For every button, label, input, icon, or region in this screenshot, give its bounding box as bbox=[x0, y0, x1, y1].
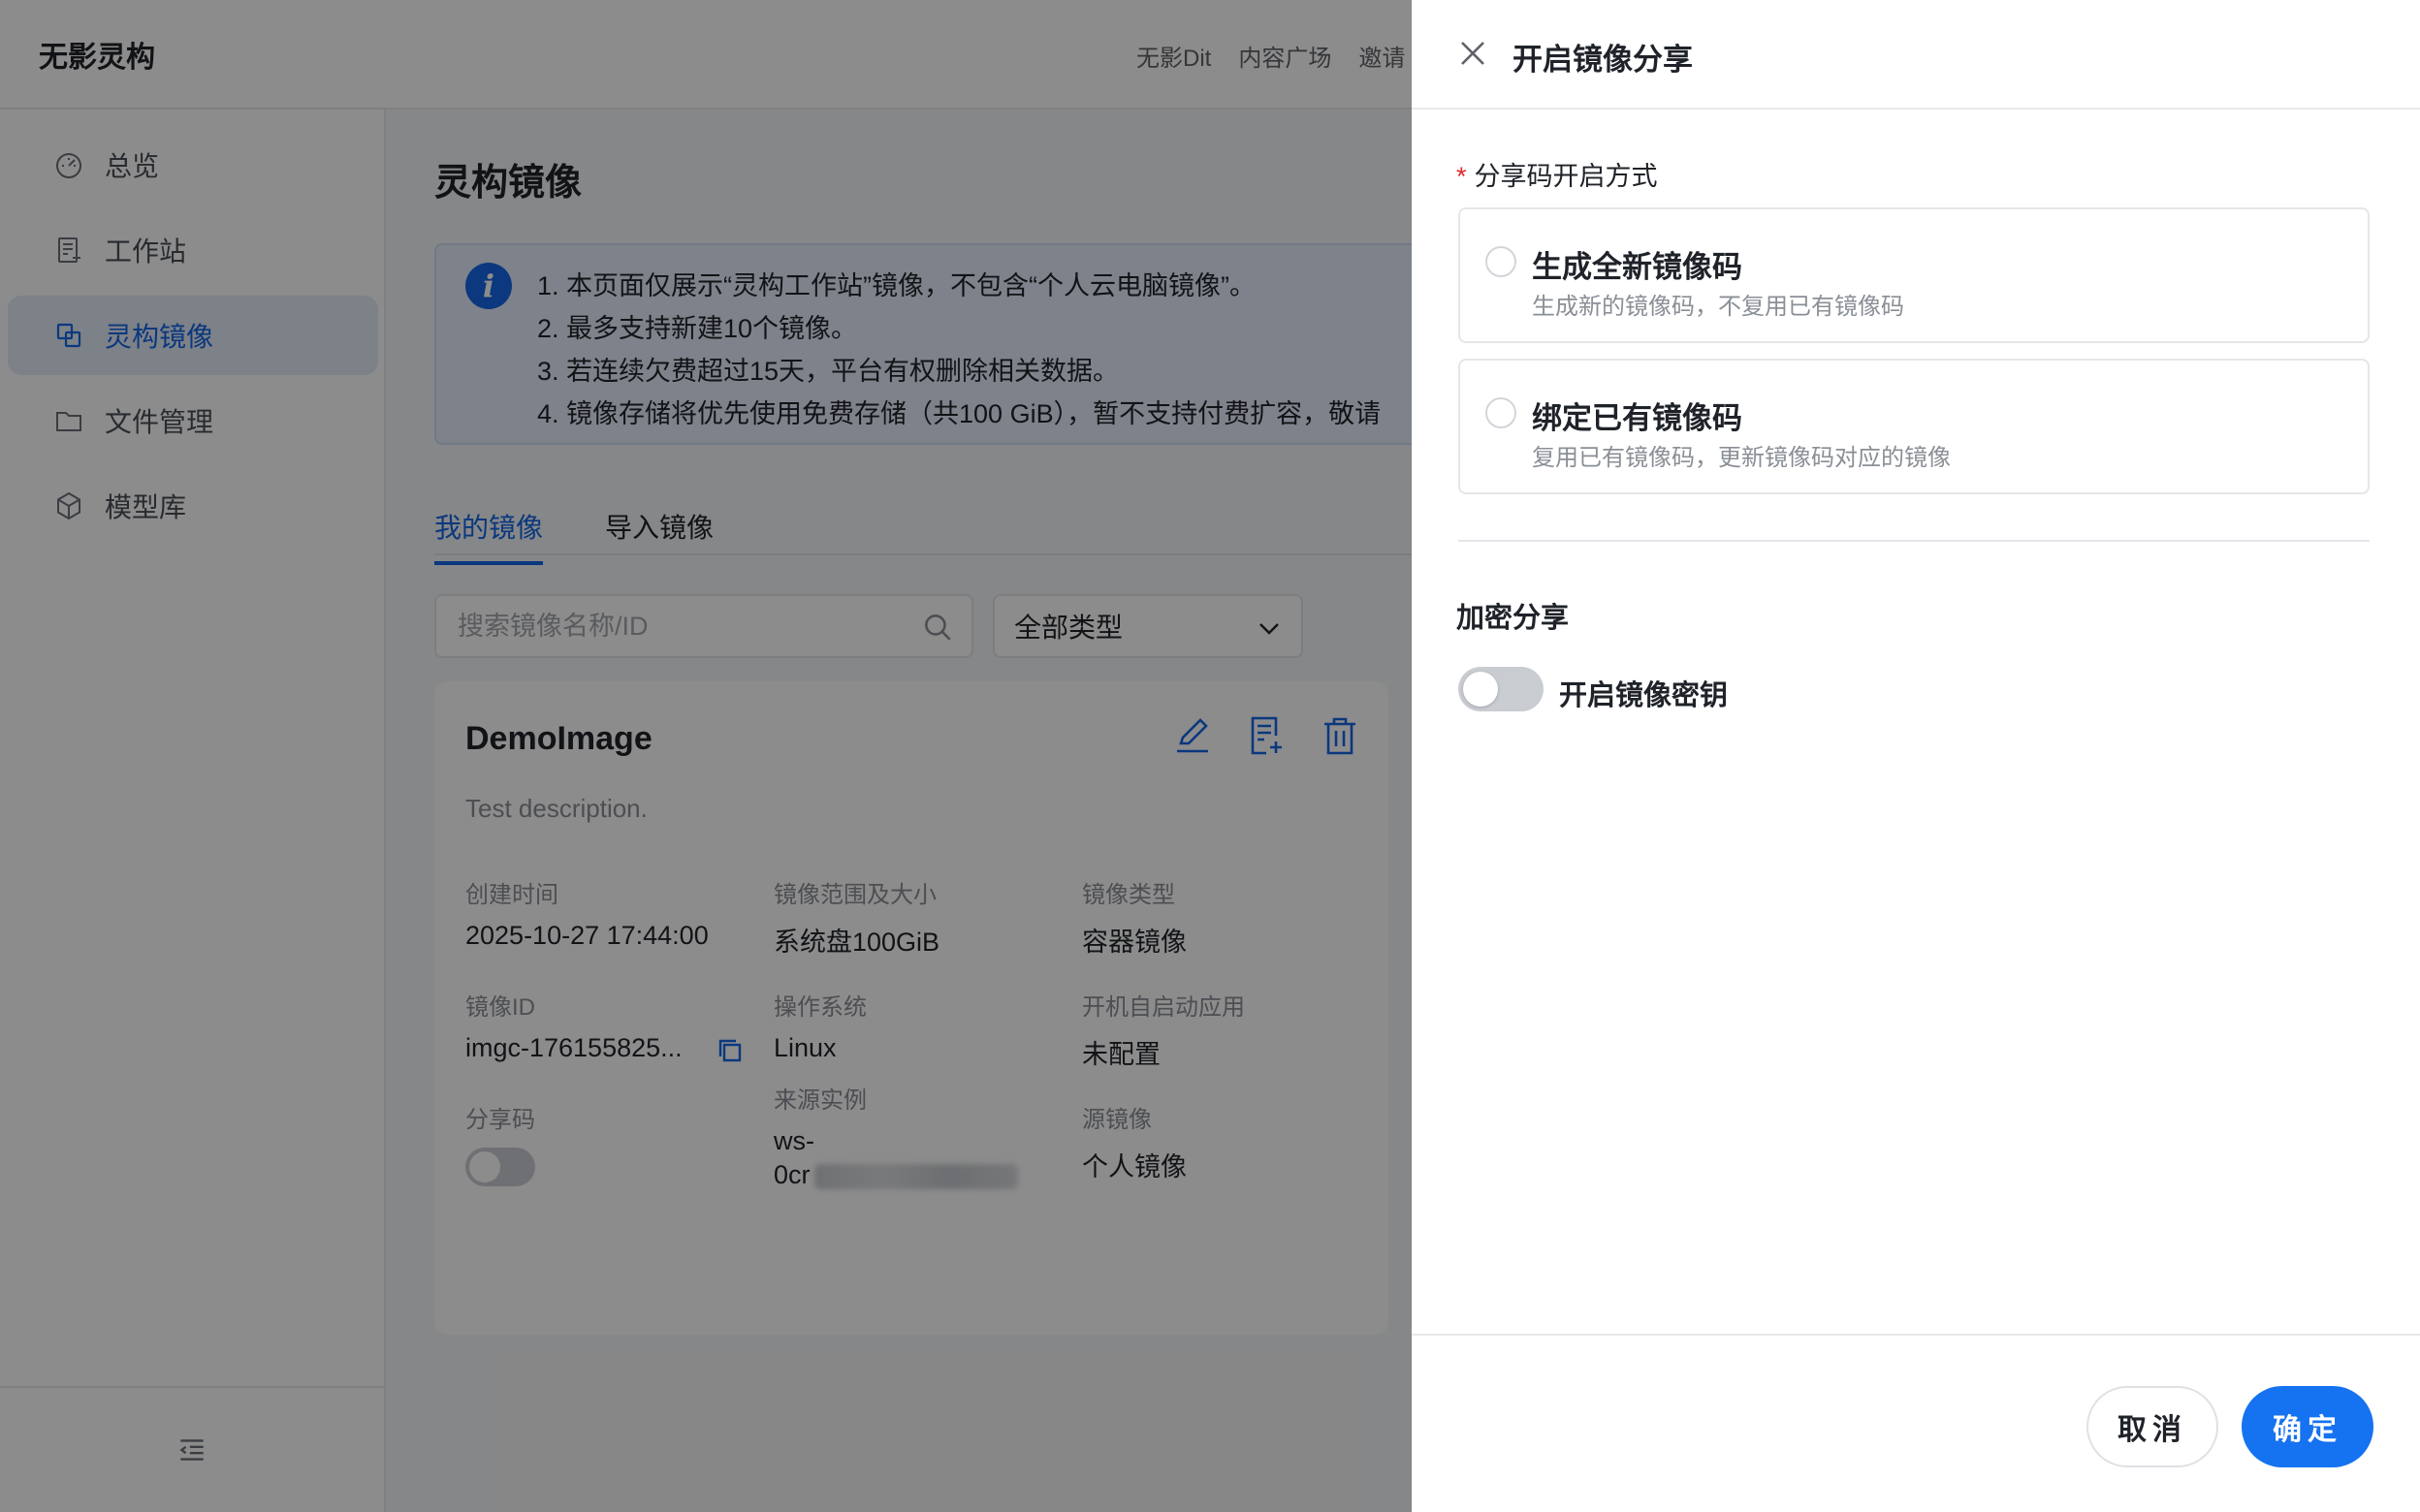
encrypt-key-toggle[interactable] bbox=[1458, 667, 1544, 711]
encrypt-toggle-label: 开启镜像密钥 bbox=[1559, 680, 1729, 711]
option-title: 绑定已有镜像码 bbox=[1532, 401, 1742, 435]
radio-new-code[interactable] bbox=[1485, 246, 1516, 277]
divider bbox=[1458, 540, 2370, 542]
close-icon[interactable] bbox=[1456, 37, 1489, 70]
option-new-code[interactable]: 生成全新镜像码 生成新的镜像码，不复用已有镜像码 bbox=[1458, 207, 2370, 343]
share-drawer: 开启镜像分享 * 分享码开启方式 生成全新镜像码 生成新的镜像码，不复用已有镜像码… bbox=[1412, 0, 2420, 1512]
confirm-button[interactable]: 确定 bbox=[2242, 1386, 2373, 1467]
cancel-button[interactable]: 取消 bbox=[2086, 1386, 2218, 1467]
drawer-title: 开启镜像分享 bbox=[1512, 43, 1693, 77]
option-desc: 生成新的镜像码，不复用已有镜像码 bbox=[1532, 294, 1904, 320]
radio-bind-code[interactable] bbox=[1485, 397, 1516, 428]
drawer-footer: 取消 确定 bbox=[1412, 1334, 2420, 1512]
encrypt-title: 加密分享 bbox=[1456, 603, 1570, 634]
required-mark: * bbox=[1456, 162, 1467, 191]
option-bind-code[interactable]: 绑定已有镜像码 复用已有镜像码，更新镜像码对应的镜像 bbox=[1458, 359, 2370, 494]
share-method-label: * 分享码开启方式 bbox=[1456, 155, 1658, 193]
option-desc: 复用已有镜像码，更新镜像码对应的镜像 bbox=[1532, 445, 1951, 471]
modal-overlay[interactable] bbox=[0, 0, 1412, 1512]
option-title: 生成全新镜像码 bbox=[1532, 250, 1742, 284]
share-method-text: 分享码开启方式 bbox=[1474, 162, 1658, 191]
drawer-header: 开启镜像分享 bbox=[1412, 0, 2420, 110]
